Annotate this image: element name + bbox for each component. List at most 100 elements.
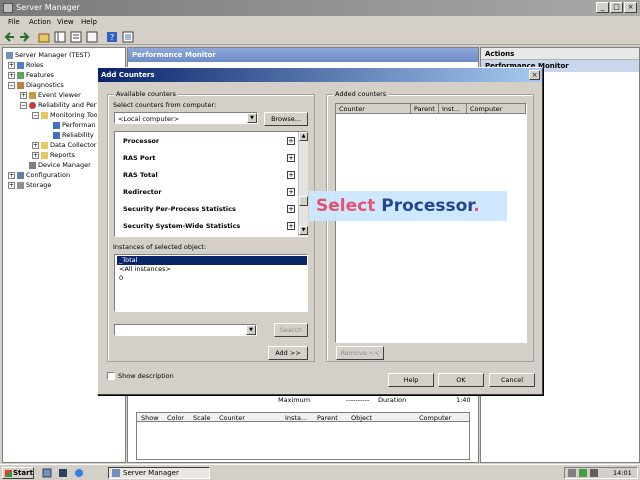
maximize-button[interactable]: □	[610, 2, 623, 13]
object-item-processor[interactable]: Processor +	[119, 133, 297, 150]
tree-item-configuration[interactable]: + Configuration	[8, 170, 70, 180]
tree-item-reports[interactable]: + Reports	[32, 150, 75, 160]
scroll-thumb[interactable]	[299, 196, 308, 206]
dialog-close-button[interactable]: ×	[529, 70, 540, 80]
counter-objects-list[interactable]: Processor + RAS Port + RAS Total + Redirect…	[114, 131, 308, 237]
tree-item-performance-monitor[interactable]: Performan	[53, 120, 96, 130]
start-button[interactable]: Start	[2, 467, 34, 479]
expand-icon[interactable]: +	[20, 91, 27, 99]
column-parent[interactable]: Parent	[317, 414, 338, 422]
column-show[interactable]: Show	[141, 414, 159, 422]
remove-button[interactable]: Remove <<	[336, 346, 384, 360]
expand-icon[interactable]: +	[32, 151, 39, 159]
menu-help[interactable]: Help	[81, 18, 97, 26]
computer-select[interactable]: <Local computer> ▼	[114, 112, 258, 124]
add-button[interactable]: Add >>	[268, 346, 308, 360]
added-column-instance[interactable]: Inst...	[439, 104, 467, 114]
help-icon[interactable]: ?	[106, 31, 118, 43]
export-icon[interactable]	[86, 31, 98, 43]
expand-icon[interactable]: +	[287, 154, 295, 162]
tree-item-storage[interactable]: + Storage	[8, 180, 51, 190]
tree-item-roles[interactable]: + Roles	[8, 60, 43, 70]
collapse-icon[interactable]: −	[20, 101, 27, 109]
tree-item-device-manager[interactable]: Device Manager	[29, 160, 91, 170]
instances-list[interactable]: _Total <All instances> 0	[114, 254, 308, 312]
object-item-ras-total[interactable]: RAS Total +	[119, 167, 297, 184]
server-manager-quicklaunch-icon[interactable]	[42, 468, 52, 478]
object-item-security-per-process[interactable]: Security Per-Process Statistics +	[119, 201, 297, 218]
tree-item-server-manager[interactable]: Server Manager (TEST)	[6, 50, 90, 60]
network-icon[interactable]	[568, 469, 576, 477]
column-instance[interactable]: Insta...	[285, 414, 307, 422]
expand-icon[interactable]: +	[8, 171, 15, 179]
object-item-ras-port[interactable]: RAS Port +	[119, 150, 297, 167]
column-color[interactable]: Color	[167, 414, 184, 422]
added-column-computer[interactable]: Computer	[467, 104, 526, 114]
chevron-down-icon[interactable]: ▼	[246, 325, 256, 335]
svg-text:?: ?	[110, 33, 114, 42]
expand-icon[interactable]: +	[287, 171, 295, 179]
column-object[interactable]: Object	[351, 414, 372, 422]
tree-item-monitoring-tools[interactable]: − Monitoring Too	[32, 110, 98, 120]
column-computer[interactable]: Computer	[419, 414, 451, 422]
close-button[interactable]: ×	[624, 2, 637, 13]
show-hide-tree-icon[interactable]	[54, 31, 66, 43]
search-button[interactable]: Search	[274, 323, 308, 337]
menu-file[interactable]: File	[8, 18, 20, 26]
tree-item-reliability-and-performance[interactable]: − Reliability and Perf	[20, 100, 99, 110]
powershell-quicklaunch-icon[interactable]	[58, 468, 68, 478]
up-icon[interactable]	[38, 31, 50, 43]
show-description-checkbox[interactable]	[107, 372, 115, 380]
scroll-up-icon[interactable]: ▲	[299, 132, 308, 141]
expand-icon[interactable]: +	[8, 181, 15, 189]
expand-icon[interactable]: +	[32, 141, 39, 149]
collapse-icon[interactable]: −	[8, 81, 15, 89]
cancel-button[interactable]: Cancel	[489, 373, 535, 387]
expand-icon[interactable]: +	[287, 222, 295, 230]
menu-view[interactable]: View	[57, 18, 74, 26]
minimize-button[interactable]: _	[596, 2, 609, 13]
tree-item-event-viewer[interactable]: + Event Viewer	[20, 90, 81, 100]
security-icon[interactable]	[579, 469, 587, 477]
clock[interactable]: 14:01	[613, 468, 632, 478]
available-counters-label: Available counters	[114, 90, 178, 98]
column-counter[interactable]: Counter	[219, 414, 245, 422]
view-icon[interactable]	[122, 31, 134, 43]
search-input[interactable]: ▼	[114, 324, 257, 336]
tree-item-diagnostics[interactable]: − Diagnostics	[8, 80, 64, 90]
added-counters-list[interactable]: Counter Parent Inst... Computer	[335, 103, 527, 343]
tree-item-reliability-monitor[interactable]: Reliability	[53, 130, 94, 140]
added-column-counter[interactable]: Counter	[336, 104, 411, 114]
back-icon[interactable]	[4, 31, 16, 43]
ok-button[interactable]: OK	[438, 373, 484, 387]
tree-item-features[interactable]: + Features	[8, 70, 54, 80]
tree-item-data-collector-sets[interactable]: + Data Collector	[32, 140, 96, 150]
added-column-parent[interactable]: Parent	[411, 104, 439, 114]
instance-item-total[interactable]: _Total	[117, 256, 307, 265]
configuration-icon	[17, 171, 24, 179]
object-item-redirector[interactable]: Redirector +	[119, 184, 297, 201]
instance-item-all[interactable]: <All instances>	[117, 265, 307, 274]
volume-icon[interactable]	[590, 469, 598, 477]
expand-icon[interactable]: +	[8, 61, 15, 69]
chevron-down-icon[interactable]: ▼	[247, 113, 257, 123]
menu-action[interactable]: Action	[29, 18, 51, 26]
objects-scrollbar[interactable]: ▲ ▼	[298, 132, 308, 236]
instance-item-0[interactable]: 0	[117, 274, 307, 283]
expand-icon[interactable]: +	[287, 188, 295, 196]
browse-button[interactable]: Browse...	[264, 112, 308, 126]
taskbar-item-server-manager[interactable]: Server Manager	[108, 467, 210, 479]
object-item-security-system-wide[interactable]: Security System-Wide Statistics +	[119, 218, 297, 235]
counter-grid[interactable]	[136, 422, 470, 460]
column-scale[interactable]: Scale	[193, 414, 211, 422]
explorer-quicklaunch-icon[interactable]	[74, 468, 84, 478]
expand-icon[interactable]: +	[287, 137, 295, 145]
scroll-down-icon[interactable]: ▼	[299, 226, 308, 235]
properties-icon[interactable]	[70, 31, 82, 43]
help-button[interactable]: Help	[388, 373, 434, 387]
server-icon	[6, 51, 13, 59]
forward-icon[interactable]	[18, 31, 30, 43]
collapse-icon[interactable]: −	[32, 111, 39, 119]
expand-icon[interactable]: +	[287, 205, 295, 213]
expand-icon[interactable]: +	[8, 71, 15, 79]
